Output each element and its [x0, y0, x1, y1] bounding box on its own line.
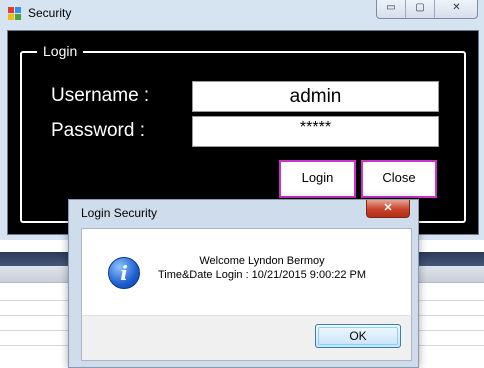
password-input[interactable]: ***** — [192, 116, 439, 147]
minimize-icon[interactable]: ▭ — [377, 0, 405, 18]
groupbox-title: Login — [37, 43, 84, 59]
dialog-message-area: i Welcome Lyndon Bermoy Time&Date Login … — [81, 228, 412, 316]
username-input[interactable]: admin — [192, 81, 439, 112]
login-groupbox: Login Username : admin Password : ***** … — [20, 43, 466, 223]
username-label: Username : — [51, 85, 150, 106]
welcome-message: Welcome Lyndon Bermoy — [199, 255, 325, 267]
password-label: Password : — [51, 120, 145, 141]
close-icon[interactable]: ✕ — [434, 0, 478, 18]
login-security-dialog: Login Security ✕ i Welcome Lyndon Bermoy… — [68, 199, 419, 368]
dialog-close-icon[interactable]: ✕ — [366, 200, 410, 218]
info-icon: i — [108, 257, 140, 289]
ok-button[interactable]: OK — [315, 324, 401, 348]
dialog-title: Login Security — [81, 206, 158, 220]
app-icon — [8, 7, 22, 21]
maximize-icon[interactable]: ▢ — [405, 0, 434, 18]
login-time-message: Time&Date Login : 10/21/2015 9:00:22 PM — [157, 269, 367, 281]
dialog-button-bar: OK — [81, 315, 412, 361]
window-title: Security — [28, 6, 72, 20]
close-button[interactable]: Close — [361, 160, 437, 198]
login-button[interactable]: Login — [279, 160, 356, 198]
window-controls: ▭ ▢ ✕ — [376, 0, 478, 19]
titlebar[interactable]: Security ▭ ▢ ✕ — [0, 0, 484, 28]
